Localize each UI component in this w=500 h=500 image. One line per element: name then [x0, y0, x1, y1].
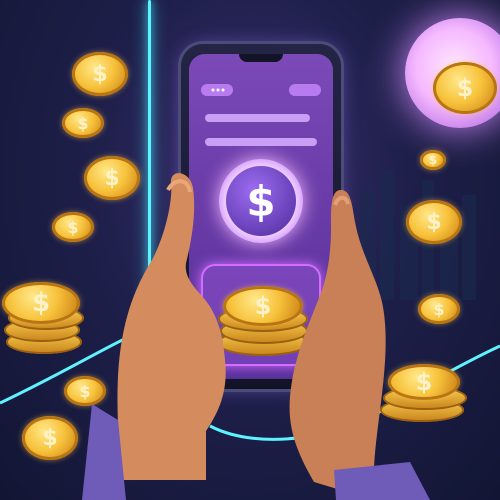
hands-holding-phone — [82, 173, 430, 500]
illustration-scene: $ $ $ $ $ $ $ $ $ $ $ $ $ $ — [0, 0, 500, 500]
